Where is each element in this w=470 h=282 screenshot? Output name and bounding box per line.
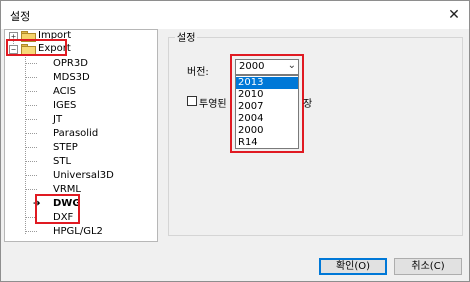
tree-label-export: Export [38, 43, 71, 54]
ok-button[interactable]: 확인(O) [319, 258, 387, 275]
tree-item-label: DWG [53, 198, 81, 209]
title-bar: 설정 ✕ [1, 1, 469, 29]
tree-item-opr3d[interactable]: OPR3D [53, 57, 88, 71]
version-option[interactable]: 2000 [236, 125, 298, 137]
version-value: 2000 [239, 61, 265, 72]
tree-connector-branch [25, 231, 37, 232]
version-dropdown-list[interactable]: 2013 2010 2007 2004 2000 R14 [235, 75, 299, 149]
tree-connector-branch [25, 161, 37, 162]
tree-connector-branch [25, 77, 37, 78]
tree-item-dwg[interactable]: ➔ DWG [25, 197, 85, 211]
tree-node-import[interactable]: + Import [5, 29, 155, 43]
tree-connector-branch [25, 91, 37, 92]
cancel-button[interactable]: 취소(C) [394, 258, 462, 275]
dialog-title: 설정 [10, 10, 31, 23]
tree-item-vrml[interactable]: VRML [53, 183, 81, 197]
category-tree[interactable]: + Import − Export OPR3D MDS3D ACIS IGES … [4, 29, 158, 242]
tree-item-step[interactable]: STEP [53, 141, 78, 155]
tree-item-jt[interactable]: JT [53, 113, 62, 127]
tree-item-hpgl-gl2[interactable]: HPGL/GL2 [53, 225, 103, 239]
version-option[interactable]: R14 [236, 137, 298, 149]
tree-connector-branch [25, 133, 37, 134]
projected-checkbox[interactable] [187, 96, 197, 106]
tree-item-iges[interactable]: IGES [53, 99, 76, 113]
close-icon[interactable]: ✕ [445, 6, 463, 24]
tree-item-label: Parasolid [53, 128, 99, 139]
collapse-icon[interactable]: − [9, 45, 18, 54]
expand-icon[interactable]: + [9, 32, 18, 41]
selection-arrow-icon: ➔ [33, 199, 41, 209]
tree-connector-branch [25, 175, 37, 176]
tree-item-dxf[interactable]: DXF [53, 211, 73, 225]
tree-item-label: HPGL/GL2 [53, 226, 103, 237]
tree-connector-branch [25, 105, 37, 106]
chevron-down-icon[interactable]: ⌄ [288, 60, 296, 71]
tree-item-parasolid[interactable]: Parasolid [53, 127, 98, 141]
version-option[interactable]: 2004 [236, 113, 298, 125]
checkbox-label-right: 장 [303, 99, 313, 110]
checkbox-label-left: 투영된 [199, 99, 227, 110]
tree-item-label: DXF [53, 212, 74, 223]
tree-node-export[interactable]: − Export [5, 42, 155, 56]
settings-group [168, 37, 463, 236]
tree-item-label: STEP [53, 142, 78, 153]
tree-connector-branch [25, 63, 37, 64]
tree-item-label: VRML [53, 184, 81, 195]
tree-item-label: ACIS [53, 86, 76, 97]
folder-icon [21, 31, 36, 42]
version-combobox[interactable]: 2000 ⌄ [235, 59, 299, 75]
tree-item-label: Universal3D [53, 170, 114, 181]
tree-connector-branch [25, 147, 37, 148]
version-option[interactable]: 2013 [236, 77, 298, 89]
open-folder-icon [21, 44, 36, 55]
tree-item-acis[interactable]: ACIS [53, 85, 76, 99]
tree-connector-branch [25, 189, 37, 190]
version-option[interactable]: 2007 [236, 101, 298, 113]
version-label: 버전: [187, 67, 209, 78]
tree-item-label: IGES [53, 100, 77, 111]
tree-item-label: MDS3D [53, 72, 90, 83]
tree-label-import: Import [38, 30, 72, 41]
version-option[interactable]: 2010 [236, 89, 298, 101]
tree-item-label: JT [53, 114, 63, 125]
tree-item-universal3d[interactable]: Universal3D [53, 169, 114, 183]
tree-connector-branch [25, 217, 37, 218]
tree-item-label: STL [53, 156, 72, 167]
tree-connector-branch [25, 119, 37, 120]
tree-item-mds3d[interactable]: MDS3D [53, 71, 90, 85]
group-title: 설정 [175, 29, 198, 44]
tree-item-stl[interactable]: STL [53, 155, 71, 169]
tree-item-label: OPR3D [53, 58, 88, 69]
